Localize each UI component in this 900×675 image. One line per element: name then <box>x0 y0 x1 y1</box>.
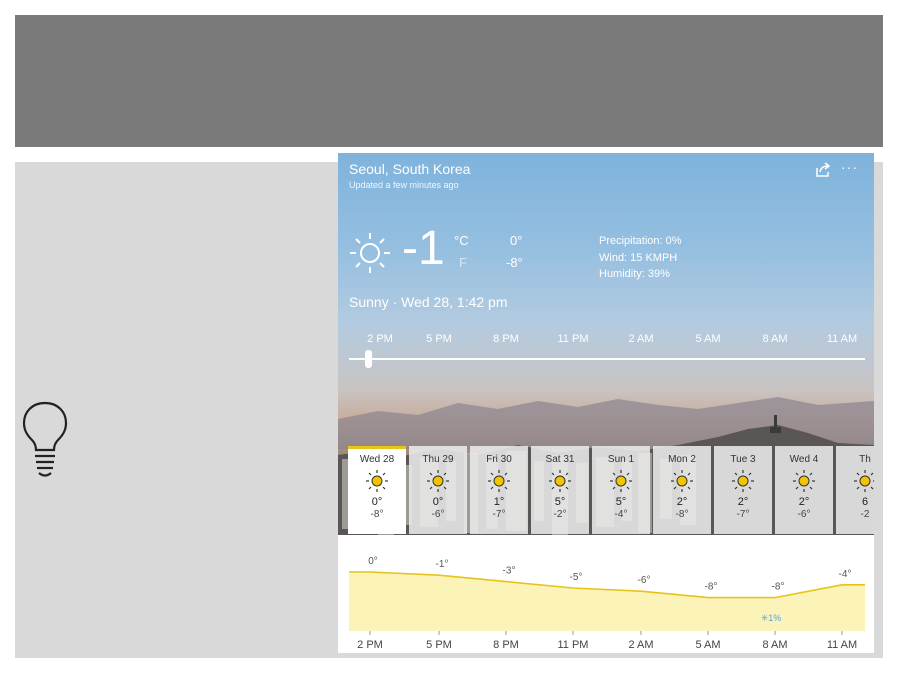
unit-fahrenheit-toggle[interactable]: F <box>459 255 467 270</box>
day-name: Thu 29 <box>422 454 454 465</box>
temp-data-label: -8° <box>772 582 785 593</box>
day-name: Wed 4 <box>789 454 819 465</box>
weather-app-window: Seoul, South Korea Updated a few minutes… <box>338 153 874 653</box>
timeline-slider-handle[interactable] <box>365 350 372 368</box>
day-high: 2° <box>798 496 810 508</box>
temperature-area <box>349 572 865 631</box>
day-low: -4° <box>614 509 628 520</box>
weather-stats: Precipitation: 0% Wind: 15 KMPH Humidity… <box>599 233 682 283</box>
day-card-fri-30[interactable]: Fri 30 1° -7° <box>470 446 528 534</box>
day-card-mon-2[interactable]: Mon 2 2° -8° <box>653 446 711 534</box>
hour-label: 11 AM <box>826 333 858 345</box>
day-high: 2° <box>737 496 749 508</box>
x-tick-label: 11 PM <box>558 639 589 651</box>
day-name: Th <box>859 454 871 465</box>
day-high: 5° <box>554 496 566 508</box>
day-low: -6° <box>431 509 445 520</box>
day-card-wed-4[interactable]: Wed 4 2° -6° <box>775 446 833 534</box>
precipitation-text: Precipitation: 0% <box>599 235 682 247</box>
hour-label: 2 AM <box>628 333 654 345</box>
day-low: -7° <box>492 509 506 520</box>
temp-data-label: -1° <box>436 559 449 570</box>
day-name: Tue 3 <box>730 454 756 465</box>
daily-forecast-strip: Wed 28 0° -8° Thu 29 0° -6° Fri 30 1° -7… <box>348 446 874 534</box>
temp-data-label: 0° <box>368 556 378 567</box>
sun-icon <box>549 470 571 492</box>
day-high: 6 <box>861 496 869 508</box>
title-placeholder <box>15 15 883 147</box>
sun-icon <box>793 470 815 492</box>
hour-labels: 2 PM 5 PM 8 PM 11 PM 2 AM 5 AM 8 AM 11 A… <box>338 333 874 349</box>
day-card-thu-partial[interactable]: Th 6 -2 <box>836 446 874 534</box>
temp-data-label: -8° <box>705 582 718 593</box>
hourly-temperature-chart: 0° -1° -3° -5° -6° -8° -8° -4° ✳1% 2 PM 5 PM 8 PM 11… <box>338 535 874 653</box>
day-low: -6° <box>797 509 811 520</box>
temp-data-label: -6° <box>638 575 651 586</box>
share-icon[interactable] <box>814 161 832 179</box>
condition-text: Sunny · Wed 28, 1:42 pm <box>349 294 508 310</box>
wind-text: Wind: 15 KMPH <box>599 251 678 264</box>
hour-label: 2 PM <box>367 333 393 345</box>
sun-icon <box>350 233 390 273</box>
more-options-icon[interactable]: ··· <box>841 159 858 175</box>
day-card-sun-1[interactable]: Sun 1 5° -4° <box>592 446 650 534</box>
day-low: -8° <box>675 509 689 520</box>
x-tick-label: 11 AM <box>827 639 857 651</box>
day-low: -2° <box>553 509 567 520</box>
sun-icon <box>610 470 632 492</box>
slide: Seoul, South Korea Updated a few minutes… <box>0 0 900 675</box>
hour-label: 8 PM <box>493 333 519 345</box>
day-card-tue-3[interactable]: Tue 3 2° -7° <box>714 446 772 534</box>
sun-icon <box>854 470 874 492</box>
day-low: -8° <box>370 509 384 520</box>
humidity-text: Humidity: 39% <box>599 268 670 280</box>
sun-icon <box>366 470 388 492</box>
temp-data-label: -3° <box>503 566 516 577</box>
hour-label: 8 AM <box>762 333 788 345</box>
day-high: 1° <box>493 496 505 508</box>
day-high: 0° <box>371 496 383 508</box>
x-tick-label: 5 PM <box>426 639 452 651</box>
sun-icon <box>732 470 754 492</box>
unit-celsius-toggle[interactable]: °C <box>454 233 469 248</box>
precipitation-label: ✳1% <box>761 613 782 623</box>
day-low: -7° <box>736 509 750 520</box>
day-high: 5° <box>615 496 627 508</box>
lightbulb-icon <box>22 401 68 477</box>
low-temperature: -8° <box>506 255 523 270</box>
day-card-sat-31[interactable]: Sat 31 5° -2° <box>531 446 589 534</box>
sun-icon <box>671 470 693 492</box>
hour-label: 11 PM <box>557 333 589 345</box>
day-name: Fri 30 <box>486 454 512 465</box>
sun-icon <box>427 470 449 492</box>
day-name: Sat 31 <box>545 454 575 465</box>
current-temperature: -1 <box>402 222 445 275</box>
day-name: Sun 1 <box>607 454 635 465</box>
day-name: Mon 2 <box>668 454 696 465</box>
temp-data-label: -4° <box>839 569 852 580</box>
x-tick-label: 8 AM <box>762 639 787 651</box>
x-tick-label: 2 PM <box>357 639 383 651</box>
updated-status: Updated a few minutes ago <box>349 180 459 190</box>
day-high: 0° <box>432 496 444 508</box>
x-tick-label: 2 AM <box>628 639 653 651</box>
location-title: Seoul, South Korea <box>349 161 471 177</box>
x-tick-label: 8 PM <box>493 639 519 651</box>
x-tick-label: 5 AM <box>695 639 720 651</box>
sun-icon <box>488 470 510 492</box>
hourly-timeline[interactable] <box>349 358 865 360</box>
day-high: 2° <box>676 496 688 508</box>
high-temperature: 0° <box>510 233 523 248</box>
hour-label: 5 PM <box>426 333 452 345</box>
day-name: Wed 28 <box>359 454 395 465</box>
day-card-thu-29[interactable]: Thu 29 0° -6° <box>409 446 467 534</box>
day-low: -2 <box>860 509 870 520</box>
temp-data-label: -5° <box>570 572 583 583</box>
hour-label: 5 AM <box>695 333 721 345</box>
temperature-area-chart: 0° -1° -3° -5° -6° -8° -8° -4° ✳1% 2 PM 5 PM 8 PM 11… <box>349 556 865 651</box>
day-card-wed-28[interactable]: Wed 28 0° -8° <box>348 446 406 534</box>
